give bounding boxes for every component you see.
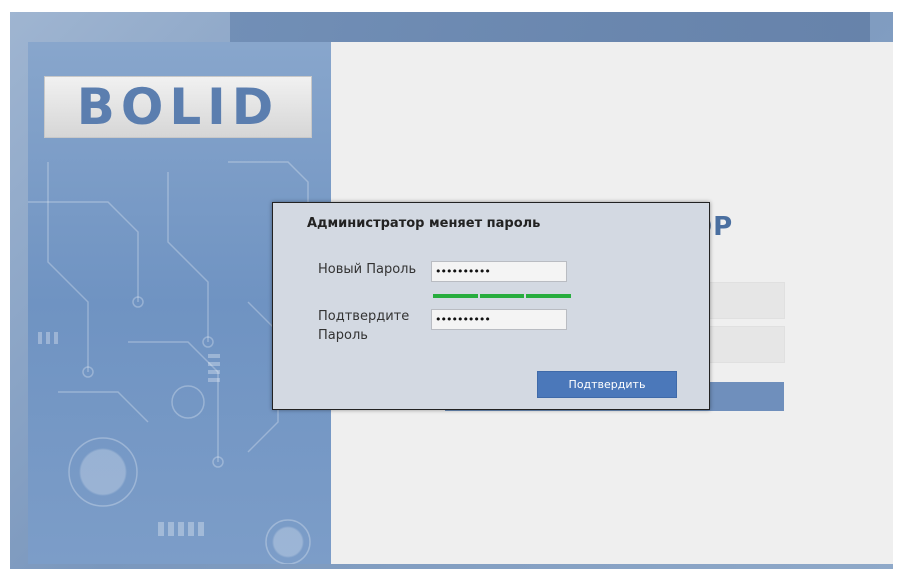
strength-segment xyxy=(479,294,525,298)
strength-segment xyxy=(526,294,572,298)
change-password-dialog: Администратор меняет пароль Новый Пароль… xyxy=(272,202,710,410)
logo-text: BOLID xyxy=(76,78,280,136)
confirm-password-label-line1: Подтвердите xyxy=(318,309,410,324)
password-strength-meter xyxy=(433,294,572,298)
window-top-bar xyxy=(230,12,870,42)
confirm-password-label: Подтвердите Пароль xyxy=(318,307,409,345)
confirm-button[interactable]: Подтвердить xyxy=(537,371,677,398)
confirm-password-input[interactable]: •••••••••• xyxy=(431,309,567,330)
new-password-label: Новый Пароль xyxy=(318,262,417,277)
new-password-input[interactable]: •••••••••• xyxy=(431,261,567,282)
bolid-logo: BOLID xyxy=(44,76,312,138)
confirm-password-label-line2: Пароль xyxy=(318,328,368,343)
dialog-title: Администратор меняет пароль xyxy=(307,216,541,231)
strength-segment xyxy=(433,294,478,298)
